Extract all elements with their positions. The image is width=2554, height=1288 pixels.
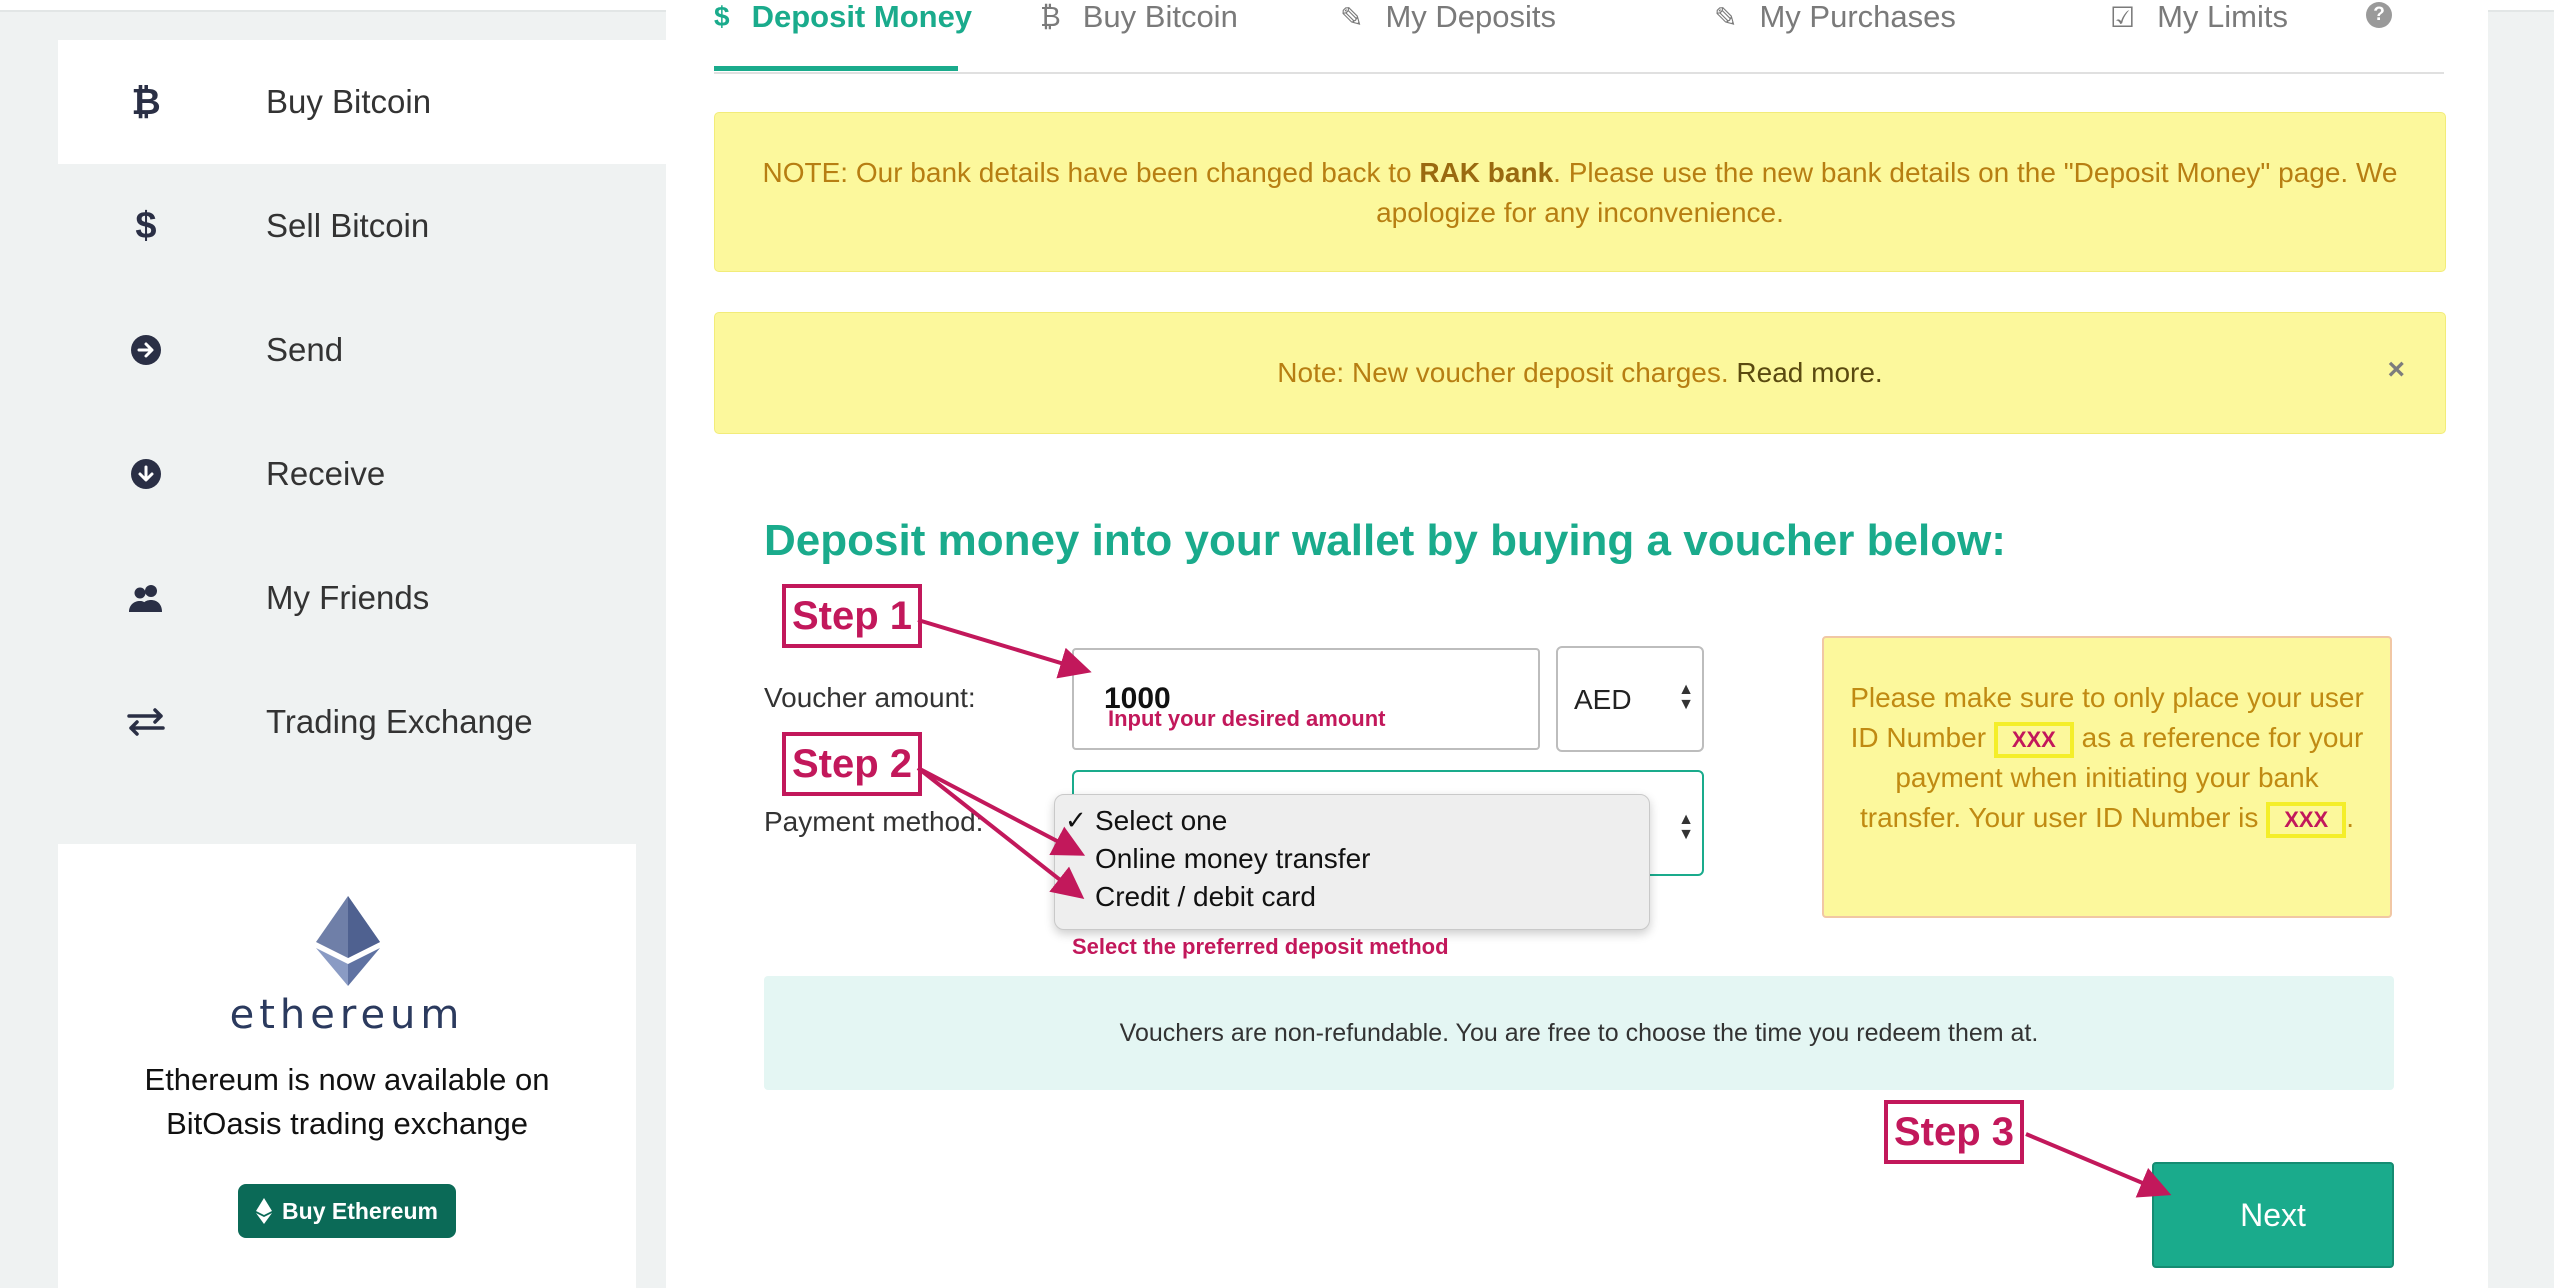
user-id-placeholder: XXX	[1993, 721, 2074, 758]
sidebar-item-my-friends[interactable]: My Friends	[58, 536, 666, 660]
ethereum-icon	[256, 1198, 273, 1224]
sidebar-item-label: Buy Bitcoin	[266, 83, 432, 120]
bitcoin-icon: ₿	[131, 81, 161, 122]
tab-label: My Limits	[2157, 0, 2288, 34]
next-button[interactable]: Next	[2152, 1162, 2394, 1268]
payment-method-dropdown: ✓ Select one Online money transfer Credi…	[1054, 794, 1650, 930]
promo-text: Ethereum is now available on BitOasis tr…	[58, 1058, 636, 1146]
step-1-label: Step 1	[782, 584, 923, 648]
dollar-icon: $	[135, 204, 157, 247]
tab-bar: $ Deposit Money ₿ Buy Bitcoin ✎ My Depos…	[714, 0, 2444, 74]
notice-text: Note: New voucher deposit charges.	[1277, 357, 1737, 388]
sidebar-item-sell-bitcoin[interactable]: $ Sell Bitcoin	[58, 164, 666, 288]
step-2-label: Step 2	[782, 732, 923, 796]
arrow-down-circle-icon	[118, 446, 174, 502]
promo-text-line: BitOasis trading exchange	[166, 1106, 528, 1141]
active-tab-indicator	[714, 66, 958, 71]
bank-name: RAK bank	[1419, 157, 1554, 188]
select-arrows-icon: ▲ ▼	[1678, 811, 1694, 843]
step-3-label: Step 3	[1884, 1100, 2025, 1164]
notice-text: NOTE: Our bank details have been changed…	[762, 157, 1420, 188]
select-arrows-icon: ▲ ▼	[1678, 681, 1694, 713]
ethereum-logo-icon	[316, 896, 380, 986]
tab-label: Buy Bitcoin	[1082, 0, 1238, 34]
dropdown-option-select-one[interactable]: Select one	[1095, 805, 1227, 837]
close-icon[interactable]: ×	[2387, 353, 2405, 387]
sidebar-item-trading-exchange[interactable]: Trading Exchange	[58, 660, 666, 784]
refund-note: Vouchers are non-refundable. You are fre…	[764, 976, 2394, 1090]
check-icon: ✓	[1065, 805, 1087, 835]
amount-hint: Input your desired amount	[1108, 706, 1386, 731]
dropdown-option-card[interactable]: Credit / debit card	[1095, 881, 1316, 913]
payment-method-label: Payment method:	[764, 806, 984, 837]
sidebar-item-label: Send	[266, 331, 344, 368]
sidebar-item-label: Receive	[266, 455, 386, 492]
tag-icon: ✎	[1340, 1, 1364, 33]
ethereum-wordmark: ethereum	[229, 992, 465, 1038]
sidebar-item-send[interactable]: Send	[58, 288, 666, 412]
help-icon[interactable]: ?	[2366, 2, 2392, 28]
tab-my-deposits[interactable]: ✎ My Deposits	[1340, 0, 1556, 42]
tag-icon: ✎	[1714, 1, 1738, 33]
sidebar-item-label: My Friends	[266, 579, 430, 616]
read-more-link[interactable]: Read more.	[1736, 357, 1882, 388]
main-panel: $ Deposit Money ₿ Buy Bitcoin ✎ My Depos…	[666, 0, 2488, 1288]
bank-change-notice: NOTE: Our bank details have been changed…	[714, 112, 2446, 272]
buy-ethereum-button[interactable]: Buy Ethereum	[238, 1184, 456, 1238]
tab-my-purchases[interactable]: ✎ My Purchases	[1714, 0, 1956, 42]
user-id-note-text: Please make sure to only place your user…	[1846, 678, 2368, 838]
bitcoin-icon: ₿	[1040, 1, 1061, 32]
users-icon	[118, 570, 174, 626]
voucher-charges-notice: Note: New voucher deposit charges. Read …	[714, 312, 2446, 434]
note-text: .	[2346, 802, 2354, 833]
tab-buy-bitcoin[interactable]: ₿ Buy Bitcoin	[1040, 0, 1238, 42]
sidebar-item-label: Sell Bitcoin	[266, 207, 430, 244]
voucher-amount-label: Voucher amount:	[764, 682, 976, 713]
voucher-amount-input[interactable]: 1000 Input your desired amount	[1072, 648, 1540, 750]
tab-label: My Deposits	[1385, 0, 1557, 34]
user-id-placeholder: XXX	[2266, 801, 2347, 838]
sidebar-item-label: Trading Exchange	[266, 703, 533, 740]
sidebar-item-receive[interactable]: Receive	[58, 412, 666, 536]
checkbox-icon: ☑	[2110, 1, 2136, 33]
voucher-charges-text: Note: New voucher deposit charges. Read …	[755, 353, 2405, 393]
tab-my-limits[interactable]: ☑ My Limits	[2110, 0, 2288, 42]
buy-ethereum-label: Buy Ethereum	[282, 1197, 438, 1224]
sidebar-item-buy-bitcoin[interactable]: ₿ Buy Bitcoin	[58, 40, 666, 164]
method-hint: Select the preferred deposit method	[1072, 934, 1449, 959]
dropdown-option-online-transfer[interactable]: Online money transfer	[1095, 843, 1370, 875]
exchange-icon	[118, 694, 174, 750]
tab-label: Deposit Money	[751, 0, 973, 34]
currency-value: AED	[1574, 684, 1632, 715]
page-title: Deposit money into your wallet by buying…	[764, 516, 2006, 565]
bank-change-text: NOTE: Our bank details have been changed…	[755, 153, 2405, 233]
user-id-note: Please make sure to only place your user…	[1822, 636, 2392, 918]
ethereum-promo-card: ethereum Ethereum is now available on Bi…	[58, 844, 636, 1288]
arrow-right-circle-icon	[118, 322, 174, 378]
tab-deposit-money[interactable]: $ Deposit Money	[714, 0, 972, 42]
promo-text-line: Ethereum is now available on	[144, 1062, 550, 1097]
currency-select[interactable]: AED ▲ ▼	[1556, 646, 1704, 752]
dollar-icon: $	[714, 1, 730, 32]
tab-label: My Purchases	[1759, 0, 1956, 34]
